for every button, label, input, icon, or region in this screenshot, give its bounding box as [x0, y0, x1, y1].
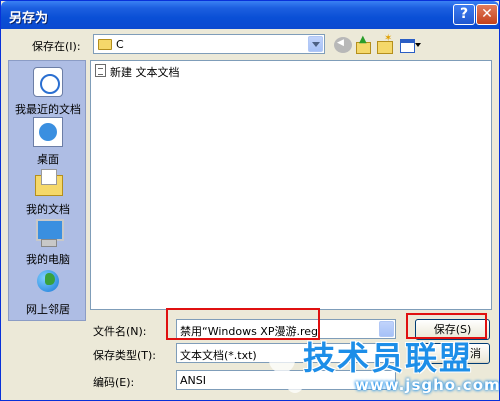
watermark-brand: 技术员联盟	[303, 339, 474, 377]
encoding-value: ANSI	[180, 374, 206, 387]
save-in-value: C	[116, 38, 124, 51]
network-places-icon	[33, 267, 63, 297]
filetype-label: 保存类型(T):	[93, 349, 157, 362]
folder-icon	[98, 39, 112, 50]
place-network[interactable]: 网上邻居	[9, 267, 87, 317]
file-name: 新建 文本文档	[110, 66, 180, 79]
title-bar[interactable]: 另存为 ? ✕	[1, 1, 499, 29]
desktop-icon	[33, 117, 63, 147]
place-my-documents[interactable]: 我的文档	[9, 167, 87, 217]
views-menu-icon[interactable]	[399, 37, 421, 53]
file-list[interactable]: 新建 文本文档	[90, 60, 492, 310]
place-desktop[interactable]: 桌面	[9, 117, 87, 167]
new-folder-icon[interactable]	[376, 33, 394, 54]
place-label: 我最近的文档	[15, 103, 81, 116]
window-title: 另存为	[9, 11, 49, 26]
recent-docs-icon	[33, 67, 63, 97]
place-label: 桌面	[37, 153, 59, 166]
close-button[interactable]: ✕	[476, 4, 498, 25]
my-documents-icon	[33, 167, 63, 197]
encoding-label: 编码(E):	[93, 376, 135, 389]
my-computer-icon	[33, 217, 64, 247]
watermark-bubble	[269, 347, 295, 373]
place-recent-documents[interactable]: 我最近的文档	[9, 67, 87, 117]
place-my-computer[interactable]: 我的电脑	[9, 217, 87, 267]
filename-label: 文件名(N):	[93, 325, 147, 338]
save-as-dialog: 另存为 ? ✕ 保存在(I): C 我最近的文档 桌面 我的文档 我的电脑 网	[0, 0, 500, 401]
places-bar: 我最近的文档 桌面 我的文档 我的电脑 网上邻居	[8, 60, 86, 321]
save-in-label: 保存在(I):	[32, 40, 81, 53]
chevron-down-icon[interactable]	[308, 36, 323, 52]
site-watermark: 技术员联盟 www.jsgho.com	[263, 329, 500, 401]
help-button[interactable]: ?	[453, 4, 475, 25]
filetype-value: 文本文档(*.txt)	[180, 349, 257, 362]
watermark-bubble	[287, 377, 303, 393]
watermark-url: www.jsgho.com	[355, 376, 500, 394]
back-icon[interactable]	[334, 37, 352, 53]
place-label: 我的电脑	[26, 253, 70, 266]
text-document-icon	[95, 64, 106, 77]
place-label: 我的文档	[26, 203, 70, 216]
save-in-dropdown[interactable]: C	[93, 34, 325, 54]
place-label: 网上邻居	[26, 303, 70, 316]
up-folder-icon[interactable]	[355, 34, 373, 54]
